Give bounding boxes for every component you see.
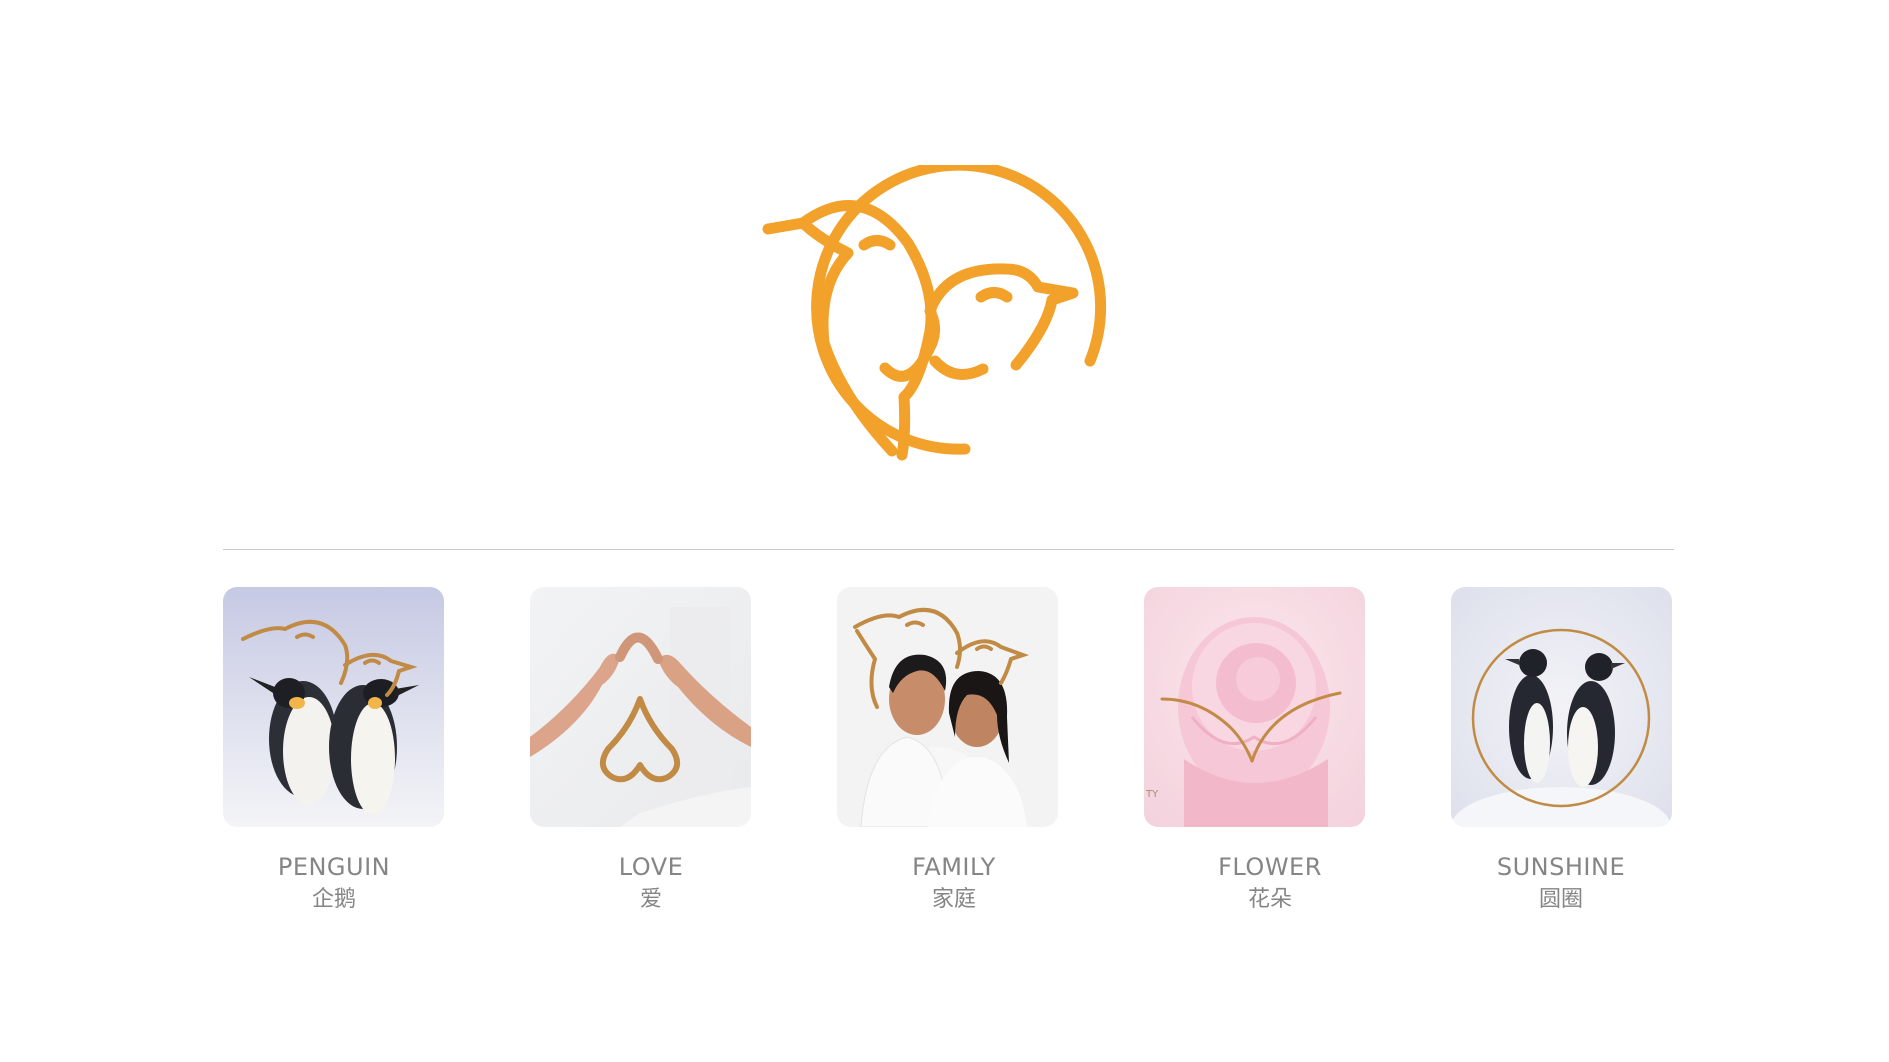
couple-photo-icon: [837, 587, 1058, 827]
svg-text:TY: TY: [1145, 789, 1159, 800]
pink-rose-photo-icon: TY: [1144, 587, 1365, 827]
sunshine-label: SUNSHINE 圆圈: [1441, 852, 1681, 918]
penguin-couple-heart-logo-icon: [762, 165, 1107, 461]
family-label: FAMILY 家庭: [834, 852, 1074, 918]
flower-label: FLOWER 花朵: [1150, 852, 1390, 918]
section-divider: [223, 549, 1674, 550]
sunshine-label-en: SUNSHINE: [1496, 853, 1626, 881]
love-label-cn: 爱: [639, 887, 662, 912]
emperor-penguins-photo-icon: [223, 587, 444, 827]
love-label-en: LOVE: [618, 853, 684, 881]
penguin-card: [223, 587, 444, 827]
sunshine-label-cn: 圆圈: [1538, 887, 1583, 912]
flower-card: TY: [1144, 587, 1365, 827]
hands-heart-photo-icon: [530, 587, 751, 827]
family-card: [837, 587, 1058, 827]
penguin-label-en: PENGUIN: [277, 853, 391, 881]
love-label: LOVE 爱: [531, 852, 771, 918]
family-label-en: FAMILY: [912, 853, 996, 881]
flower-label-en: FLOWER: [1218, 853, 1322, 881]
penguin-label: PENGUIN 企鹅: [214, 852, 454, 918]
penguin-label-cn: 企鹅: [311, 887, 356, 912]
family-label-cn: 家庭: [931, 887, 976, 912]
love-card: [530, 587, 751, 827]
sunshine-card: [1451, 587, 1672, 827]
flower-label-cn: 花朵: [1247, 887, 1292, 912]
penguins-in-circle-photo-icon: [1451, 587, 1672, 827]
